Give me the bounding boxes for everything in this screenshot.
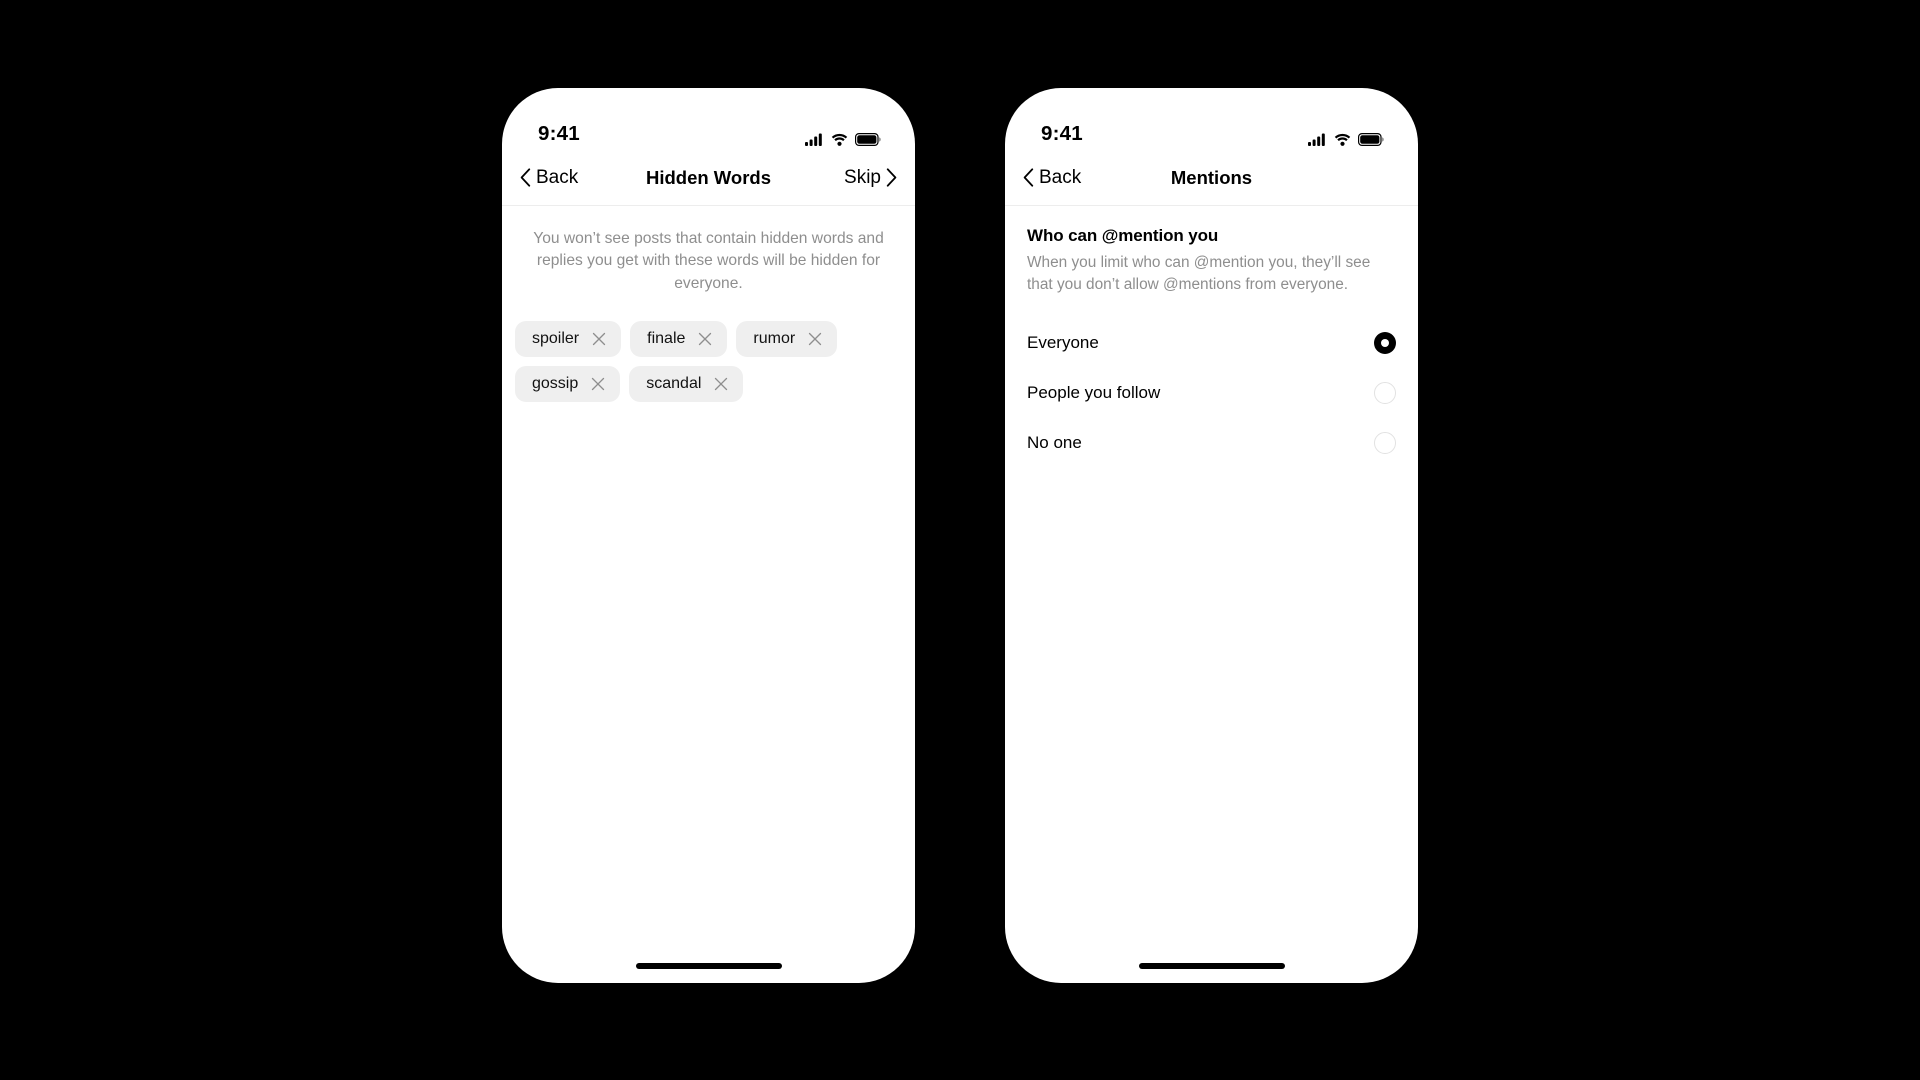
nav-bar-hidden-words: Back Hidden Words Skip bbox=[502, 150, 915, 206]
radio-unselected-icon[interactable] bbox=[1374, 382, 1396, 405]
word-chip-label: scandal bbox=[646, 375, 702, 393]
word-chip-label: finale bbox=[647, 330, 686, 348]
skip-button[interactable]: Skip bbox=[844, 167, 897, 189]
status-icons bbox=[1308, 133, 1384, 146]
close-icon[interactable] bbox=[808, 332, 822, 346]
status-icons bbox=[805, 133, 881, 146]
cellular-signal-icon bbox=[1308, 133, 1325, 146]
mention-option-list: Everyone People you follow No one bbox=[1005, 318, 1418, 468]
home-indicator bbox=[635, 963, 782, 969]
status-time: 9:41 bbox=[1041, 122, 1083, 145]
word-chip-label: spoiler bbox=[532, 330, 580, 348]
radio-selected-icon[interactable] bbox=[1374, 332, 1396, 355]
chevron-right-icon bbox=[886, 168, 897, 187]
cellular-signal-icon bbox=[805, 133, 822, 146]
option-row-people-you-follow[interactable]: People you follow bbox=[1005, 368, 1418, 418]
chevron-left-icon bbox=[520, 168, 531, 187]
screenshot-canvas: 9:41 Back Hidden Words Skip You won’t se… bbox=[0, 0, 1920, 1080]
section-title: Who can @mention you bbox=[1027, 226, 1219, 245]
hidden-words-body: You won’t see posts that contain hidden … bbox=[502, 206, 915, 403]
section-subtitle: When you limit who can @mention you, the… bbox=[1027, 254, 1371, 294]
status-bar: 9:41 bbox=[502, 88, 915, 150]
phone-mentions: 9:41 Back Mentions Who can @mention you … bbox=[1005, 88, 1418, 983]
word-chip[interactable]: spoiler bbox=[515, 321, 622, 358]
option-label: No one bbox=[1027, 433, 1082, 453]
back-button[interactable]: Back bbox=[1023, 167, 1081, 189]
word-chip[interactable]: finale bbox=[630, 321, 728, 358]
mentions-body: Who can @mention you When you limit who … bbox=[1005, 206, 1418, 468]
close-icon[interactable] bbox=[592, 332, 606, 346]
option-row-everyone[interactable]: Everyone bbox=[1005, 318, 1418, 368]
word-chip[interactable]: gossip bbox=[515, 366, 621, 403]
hidden-words-chip-list: spoiler finale rumor gossip scandal bbox=[502, 295, 915, 403]
home-indicator bbox=[1138, 963, 1285, 969]
option-label: People you follow bbox=[1027, 383, 1161, 403]
chevron-left-icon bbox=[1023, 168, 1034, 187]
word-chip[interactable]: scandal bbox=[629, 366, 744, 403]
nav-bar-mentions: Back Mentions bbox=[1005, 150, 1418, 206]
back-button-label: Back bbox=[1039, 166, 1082, 188]
close-icon[interactable] bbox=[698, 332, 712, 346]
wifi-icon bbox=[1334, 133, 1351, 146]
status-time: 9:41 bbox=[538, 122, 580, 145]
battery-icon bbox=[1358, 133, 1384, 146]
mentions-header: Who can @mention you When you limit who … bbox=[1005, 206, 1418, 296]
option-row-no-one[interactable]: No one bbox=[1005, 418, 1418, 468]
close-icon[interactable] bbox=[591, 377, 605, 391]
battery-icon bbox=[855, 133, 881, 146]
option-label: Everyone bbox=[1027, 333, 1099, 353]
back-button[interactable]: Back bbox=[520, 167, 578, 189]
wifi-icon bbox=[831, 133, 848, 146]
phone-hidden-words: 9:41 Back Hidden Words Skip You won’t se… bbox=[502, 88, 915, 983]
status-bar: 9:41 bbox=[1005, 88, 1418, 150]
word-chip[interactable]: rumor bbox=[736, 321, 838, 358]
skip-button-label: Skip bbox=[844, 166, 881, 188]
close-icon[interactable] bbox=[714, 377, 728, 391]
word-chip-label: gossip bbox=[532, 375, 579, 393]
back-button-label: Back bbox=[536, 166, 579, 188]
hidden-words-description: You won’t see posts that contain hidden … bbox=[533, 230, 884, 292]
word-chip-label: rumor bbox=[753, 330, 796, 348]
radio-unselected-icon[interactable] bbox=[1374, 432, 1396, 455]
